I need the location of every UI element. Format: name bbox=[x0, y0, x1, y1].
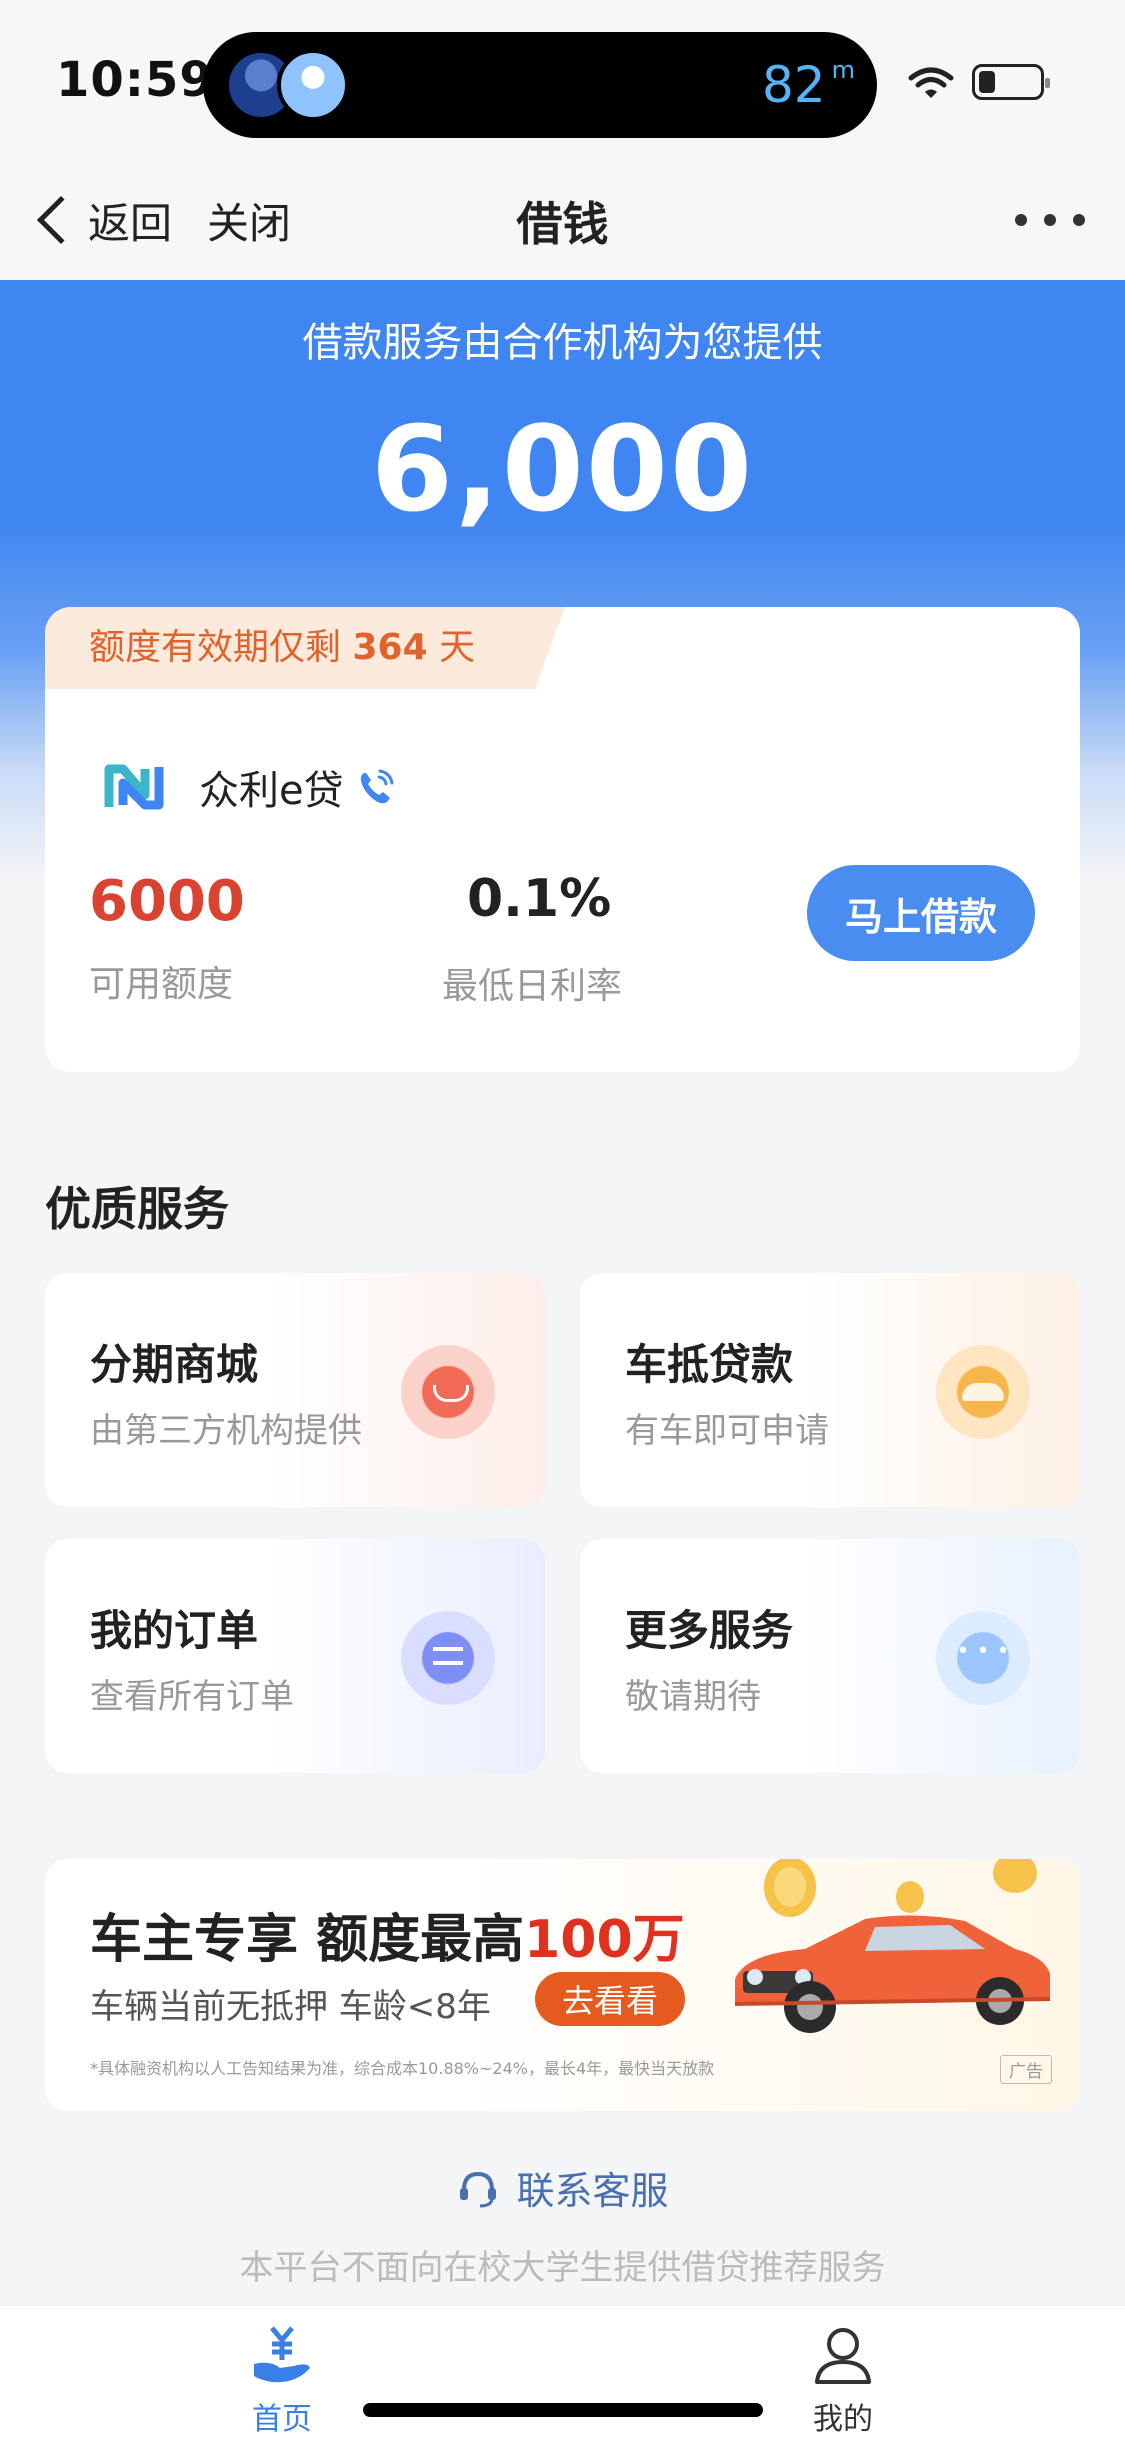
tab-bar: 首页 我的 bbox=[0, 2305, 1125, 2439]
order-icon bbox=[401, 1611, 495, 1705]
service-title: 我的订单 bbox=[90, 1606, 259, 1655]
status-time: 10:59 bbox=[56, 52, 214, 108]
validity-suffix: 天 bbox=[439, 627, 476, 668]
dynamic-island[interactable]: 82 m bbox=[203, 32, 877, 138]
services-section-title: 优质服务 bbox=[45, 1182, 229, 1236]
ad-headline-highlight: 100万 bbox=[524, 1910, 685, 1970]
status-bar: 10:59 82 m bbox=[0, 0, 1125, 160]
distance-unit: m bbox=[831, 56, 855, 85]
tab-mine[interactable]: 我的 bbox=[773, 2324, 913, 2438]
daily-rate-value: 0.1% bbox=[467, 869, 612, 929]
car-owner-ad-banner[interactable]: 车主专享 额度最高100万 车辆当前无抵押 车龄<8年 去看看 *具体融资机构以… bbox=[45, 1859, 1080, 2111]
shopping-bag-icon bbox=[401, 1345, 495, 1439]
wifi-icon bbox=[908, 67, 954, 98]
hero-subtitle: 借款服务由合作机构为您提供 bbox=[302, 320, 823, 366]
tab-mine-label: 我的 bbox=[813, 2402, 873, 2437]
car-icon bbox=[936, 1345, 1030, 1439]
home-indicator[interactable] bbox=[363, 2403, 763, 2417]
more-options-icon[interactable] bbox=[1015, 214, 1085, 228]
service-subtitle: 敬请期待 bbox=[625, 1677, 761, 1717]
chevron-left-icon bbox=[36, 195, 86, 245]
service-card-installment-mall[interactable]: 分期商城 由第三方机构提供 bbox=[45, 1273, 545, 1507]
credit-card: 额度有效期仅剩 364 天 众利e贷 6000 可用额度 0.1% 最低日利率 … bbox=[45, 607, 1080, 1072]
service-title: 分期商城 bbox=[90, 1340, 259, 1389]
borrow-now-button[interactable]: 马上借款 bbox=[807, 865, 1035, 961]
ad-subline: 车辆当前无抵押 车龄<8年 bbox=[90, 1987, 491, 2027]
ad-disclaimer: *具体融资机构以人工告知结果为准，综合成本10.88%~24%，最长4年，最快当… bbox=[90, 2059, 715, 2078]
phone-icon[interactable] bbox=[354, 765, 398, 809]
home-yen-hand-icon bbox=[254, 2326, 310, 2383]
contact-label: 联系客服 bbox=[516, 2169, 669, 2213]
tab-home[interactable]: 首页 bbox=[212, 2324, 352, 2438]
more-dots-icon bbox=[936, 1611, 1030, 1705]
ad-label: 广告 bbox=[1000, 2055, 1052, 2084]
lender-name: 众利e贷 bbox=[199, 768, 344, 814]
daily-rate-label: 最低日利率 bbox=[442, 966, 623, 1007]
nav-bar: 返回 关闭 借钱 bbox=[0, 160, 1125, 280]
back-button[interactable]: 返回 bbox=[28, 188, 172, 252]
service-subtitle: 查看所有订单 bbox=[90, 1677, 294, 1717]
service-subtitle: 由第三方机构提供 bbox=[90, 1411, 362, 1451]
island-distance: 82 m bbox=[762, 56, 855, 114]
back-label: 返回 bbox=[88, 198, 173, 248]
validity-tag: 额度有效期仅剩 364 天 bbox=[45, 607, 565, 689]
footer-note: 本平台不面向在校大学生提供借贷推荐服务 bbox=[239, 2248, 886, 2288]
ad-headline: 车主专享 额度最高100万 bbox=[90, 1897, 685, 1972]
lender-row: 众利e贷 bbox=[103, 752, 398, 822]
distance-value: 82 bbox=[761, 56, 826, 114]
user-avatar bbox=[277, 49, 349, 121]
user-profile-icon bbox=[815, 2328, 871, 2384]
contact-support-button[interactable]: 联系客服 bbox=[0, 2160, 1125, 2215]
lender-logo-icon bbox=[104, 764, 164, 810]
available-limit-label: 可用额度 bbox=[89, 964, 234, 1005]
validity-prefix: 额度有效期仅剩 bbox=[89, 627, 342, 668]
headset-icon bbox=[460, 2171, 497, 2207]
service-title: 更多服务 bbox=[625, 1606, 794, 1655]
ad-headline-prefix: 车主专享 额度最高 bbox=[90, 1910, 525, 1970]
car-illustration bbox=[734, 1859, 1051, 2033]
service-title: 车抵贷款 bbox=[625, 1340, 794, 1389]
service-card-more-services[interactable]: 更多服务 敬请期待 bbox=[580, 1539, 1080, 1773]
service-card-car-loan[interactable]: 车抵贷款 有车即可申请 bbox=[580, 1273, 1080, 1507]
tab-home-label: 首页 bbox=[252, 2402, 312, 2437]
service-subtitle: 有车即可申请 bbox=[625, 1411, 829, 1451]
ad-cta-button[interactable]: 去看看 bbox=[535, 1972, 685, 2026]
close-button[interactable]: 关闭 bbox=[207, 190, 291, 251]
battery-icon bbox=[972, 64, 1050, 100]
hero-amount: 6,000 bbox=[370, 400, 755, 538]
validity-days: 364 bbox=[352, 627, 428, 668]
island-avatars bbox=[225, 49, 355, 121]
service-card-my-orders[interactable]: 我的订单 查看所有订单 bbox=[45, 1539, 545, 1773]
available-limit-value: 6000 bbox=[89, 869, 245, 934]
